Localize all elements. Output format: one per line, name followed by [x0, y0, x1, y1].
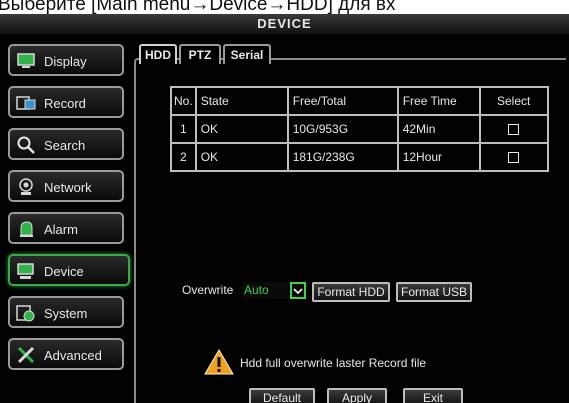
tab-serial[interactable]: Serial	[223, 44, 271, 64]
format-usb-button[interactable]: Format USB	[396, 282, 472, 302]
column-header-state: State	[194, 86, 289, 116]
table-row: 1 OK 10G/953G 42Min	[170, 114, 549, 144]
cell-state: OK	[194, 142, 289, 172]
sidebar-item-system[interactable]: System	[8, 296, 124, 328]
network-icon	[19, 178, 33, 195]
sidebar-item-label: Search	[44, 138, 86, 153]
table-header-row: No. State Free/Total Free Time Select	[170, 86, 549, 116]
record-icon	[16, 96, 36, 110]
apply-button[interactable]: Apply	[327, 388, 387, 403]
sidebar-item-network[interactable]: Network	[8, 170, 124, 202]
chevron-down-icon	[293, 288, 303, 295]
table-row: 2 OK 181G/238G 12Hour	[170, 142, 549, 172]
select-checkbox[interactable]	[508, 124, 520, 136]
hdd-table: No. State Free/Total Free Time Select 1 …	[170, 86, 549, 172]
sidebar-item-label: Alarm	[44, 222, 78, 237]
overwrite-label: Overwrite	[182, 283, 234, 297]
column-header-select: Select	[478, 86, 549, 116]
dvr-screen: DEVICE Display Record Search Network Ala…	[0, 14, 569, 403]
sidebar-item-label: Device	[44, 264, 84, 279]
cell-state: OK	[194, 114, 289, 144]
cell-select	[478, 114, 549, 144]
system-icon	[16, 305, 35, 322]
warning-message: Hdd full overwrite laster Record file	[240, 356, 427, 370]
sidebar-item-search[interactable]: Search	[8, 128, 124, 160]
sidebar-item-label: Record	[44, 96, 86, 111]
tab-ptz[interactable]: PTZ	[179, 44, 221, 64]
display-icon	[17, 53, 35, 68]
overwrite-dropdown-button[interactable]	[290, 282, 306, 299]
sidebar-item-label: System	[44, 306, 88, 321]
sidebar: Display Record Search Network Alarm Devi…	[2, 38, 130, 403]
select-checkbox[interactable]	[508, 152, 520, 164]
tab-hdd[interactable]: HDD	[139, 44, 177, 64]
advanced-icon	[17, 346, 35, 364]
search-icon	[17, 136, 35, 154]
cell-free-time: 42Min	[396, 114, 481, 144]
format-hdd-button[interactable]: Format HDD	[312, 282, 390, 302]
cell-no: 1	[170, 114, 197, 144]
cell-no: 2	[170, 142, 197, 172]
sidebar-item-alarm[interactable]: Alarm	[8, 212, 124, 244]
cell-select	[478, 142, 549, 172]
sidebar-item-label: Advanced	[44, 348, 102, 363]
sidebar-item-display[interactable]: Display	[8, 44, 124, 76]
sidebar-item-device[interactable]: Device	[8, 254, 130, 286]
default-button[interactable]: Default	[249, 388, 315, 403]
sidebar-item-record[interactable]: Record	[8, 86, 124, 118]
exit-button[interactable]: Exit	[403, 388, 463, 403]
overwrite-select[interactable]: Auto	[242, 282, 288, 299]
column-header-no: No.	[170, 86, 197, 116]
cell-free-time: 12Hour	[396, 142, 481, 172]
cell-free-total: 10G/953G	[286, 114, 399, 144]
column-header-free-time: Free Time	[396, 86, 481, 116]
sidebar-item-advanced[interactable]: Advanced	[8, 338, 124, 370]
device-icon	[17, 263, 34, 279]
alarm-icon	[20, 221, 33, 237]
window-title: DEVICE	[0, 14, 569, 34]
column-header-free-total: Free/Total	[286, 86, 399, 116]
sidebar-item-label: Network	[44, 180, 92, 195]
sidebar-item-label: Display	[44, 54, 87, 69]
warning-icon	[204, 349, 234, 375]
cell-free-total: 181G/238G	[286, 142, 399, 172]
